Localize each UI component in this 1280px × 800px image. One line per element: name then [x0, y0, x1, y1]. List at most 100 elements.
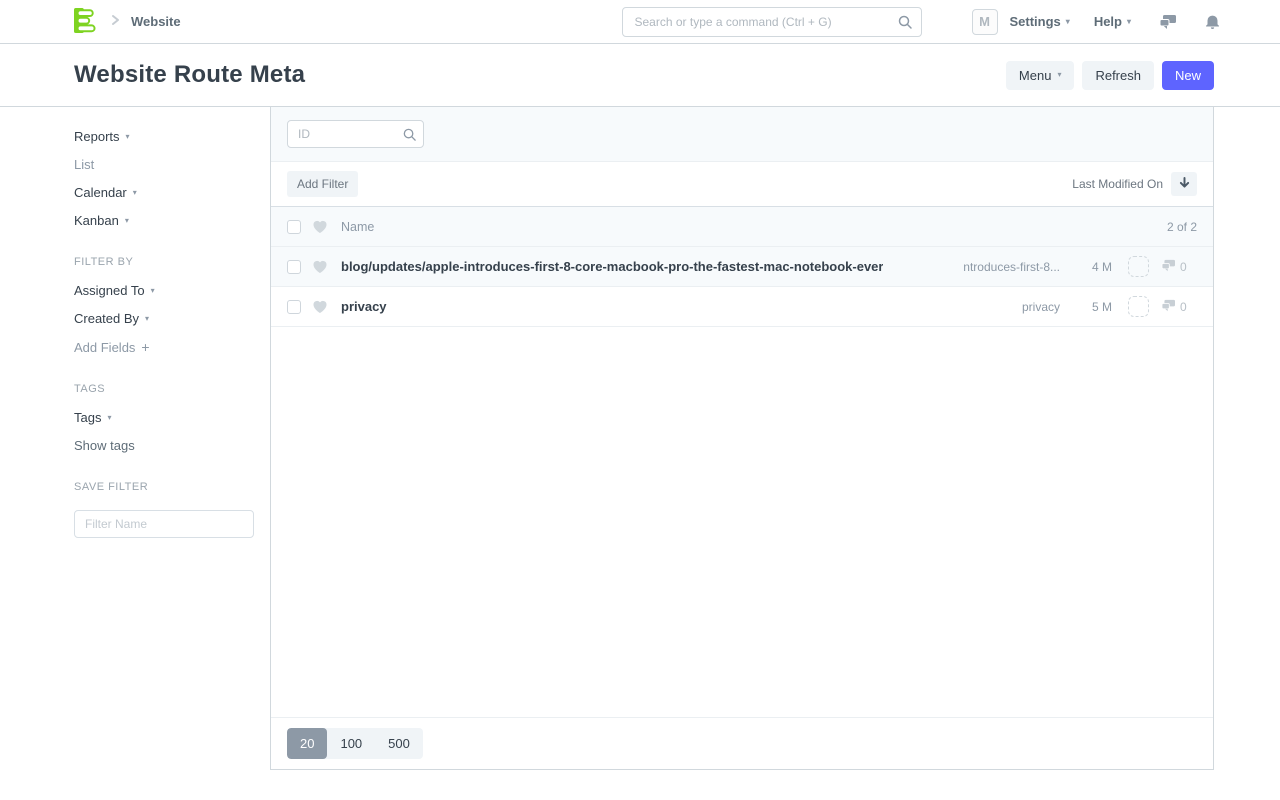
- row-title-link[interactable]: blog/updates/apple-introduces-first-8-co…: [341, 259, 883, 274]
- sidebar-item-label: Add Fields: [74, 340, 135, 355]
- row-meta: privacy 5 M 0: [948, 296, 1197, 317]
- standard-filter-area: [271, 107, 1213, 162]
- new-button[interactable]: New: [1162, 61, 1214, 90]
- page-title: Website Route Meta: [74, 61, 305, 89]
- save-filter-heading: SAVE FILTER: [74, 481, 240, 493]
- navbar-breadcrumb-area: Website: [74, 7, 181, 37]
- comment-count: 0: [1180, 260, 1187, 274]
- filter-name-input[interactable]: [74, 510, 254, 538]
- sidebar-item-label: Reports: [74, 129, 120, 144]
- comment-group[interactable]: 0: [1161, 299, 1197, 315]
- page-head: Website Route Meta Menu ▾ Refresh New: [0, 44, 1280, 107]
- row-meta: ntroduces-first-8... 4 M 0: [948, 256, 1197, 277]
- help-menu[interactable]: Help ▾: [1094, 14, 1131, 29]
- sidebar-item-reports[interactable]: Reports ▾: [74, 129, 240, 144]
- chevron-down-icon: ▾: [145, 315, 149, 323]
- sidebar-item-label: Calendar: [74, 185, 127, 200]
- row-checkbox[interactable]: [287, 300, 301, 314]
- chevron-down-icon: ▾: [107, 414, 111, 422]
- sort-field-selector[interactable]: Last Modified On: [1072, 177, 1163, 191]
- sidebar-item-label: Kanban: [74, 213, 119, 228]
- list-header-row: Name 2 of 2: [271, 207, 1213, 247]
- bell-icon[interactable]: [1205, 13, 1220, 30]
- avatar[interactable]: M: [972, 9, 998, 35]
- id-filter: [287, 120, 424, 148]
- main-layout: Reports ▾ List Calendar ▾ Kanban ▾ FILTE…: [0, 107, 1280, 770]
- list-container: Add Filter Last Modified On Name 2 of 2: [270, 107, 1214, 770]
- list-footer: 20 100 500: [271, 717, 1213, 769]
- row-checkbox[interactable]: [287, 260, 301, 274]
- search-icon: [897, 14, 913, 33]
- page-length-100-button[interactable]: 100: [327, 728, 375, 759]
- refresh-button-label: Refresh: [1095, 68, 1141, 83]
- heart-icon[interactable]: [312, 219, 328, 234]
- row-modified-time: 4 M: [1078, 260, 1112, 274]
- sort-direction-button[interactable]: [1171, 172, 1197, 196]
- add-filter-button[interactable]: Add Filter: [287, 171, 358, 197]
- settings-label: Settings: [1010, 14, 1061, 29]
- plus-icon: +: [141, 339, 149, 355]
- menu-button-label: Menu: [1019, 68, 1052, 83]
- row-id-text: ntroduces-first-8...: [948, 260, 1060, 274]
- sidebar-item-label: Created By: [74, 311, 139, 326]
- assign-to-placeholder[interactable]: [1128, 296, 1149, 317]
- menu-button[interactable]: Menu ▾: [1006, 61, 1075, 90]
- row-modified-time: 5 M: [1078, 300, 1112, 314]
- sidebar-item-tags[interactable]: Tags ▾: [74, 410, 240, 425]
- sidebar-item-add-fields[interactable]: Add Fields +: [74, 339, 240, 355]
- sidebar-item-show-tags[interactable]: Show tags: [74, 438, 240, 453]
- sort-area: Last Modified On: [1072, 172, 1197, 196]
- comment-icon: [1161, 299, 1176, 315]
- list-row[interactable]: privacy privacy 5 M 0: [271, 287, 1213, 327]
- row-id-text: privacy: [948, 300, 1060, 314]
- chevron-down-icon: ▾: [1127, 18, 1131, 26]
- filter-by-heading: FILTER BY: [74, 256, 240, 268]
- refresh-button[interactable]: Refresh: [1082, 61, 1154, 90]
- name-column-header: Name: [341, 220, 374, 234]
- page-length-500-button[interactable]: 500: [375, 728, 423, 759]
- row-title-link[interactable]: privacy: [341, 299, 387, 314]
- filter-toolbar: Add Filter Last Modified On: [271, 162, 1213, 207]
- sidebar-item-calendar[interactable]: Calendar ▾: [74, 185, 240, 200]
- page-actions: Menu ▾ Refresh New: [1006, 61, 1214, 90]
- comment-count: 0: [1180, 300, 1187, 314]
- chevron-down-icon: ▾: [151, 287, 155, 295]
- sidebar-item-assigned-to[interactable]: Assigned To ▾: [74, 283, 240, 298]
- sidebar-item-created-by[interactable]: Created By ▾: [74, 311, 240, 326]
- breadcrumb[interactable]: Website: [131, 14, 181, 29]
- comment-group[interactable]: 0: [1161, 259, 1197, 275]
- settings-menu[interactable]: Settings ▾: [1010, 14, 1070, 29]
- app-logo-icon[interactable]: [74, 7, 99, 37]
- help-label: Help: [1094, 14, 1122, 29]
- sidebar-item-label: Tags: [74, 410, 101, 425]
- assign-to-placeholder[interactable]: [1128, 256, 1149, 277]
- sidebar-item-label: Show tags: [74, 438, 135, 453]
- page-length-20-button[interactable]: 20: [287, 728, 327, 759]
- chevron-down-icon: ▾: [1057, 71, 1061, 79]
- result-count[interactable]: 2 of 2: [1167, 220, 1197, 234]
- navbar: Website M Settings ▾ Help ▾: [0, 0, 1280, 44]
- heart-icon[interactable]: [312, 299, 328, 314]
- breadcrumb-chevron-icon: [109, 14, 121, 29]
- list-empty-space: [271, 327, 1213, 717]
- sidebar-item-list[interactable]: List: [74, 157, 240, 172]
- list-sidebar: Reports ▾ List Calendar ▾ Kanban ▾ FILTE…: [74, 107, 270, 538]
- search-icon: [402, 127, 417, 145]
- tags-heading: TAGS: [74, 383, 240, 395]
- chat-icon[interactable]: [1159, 14, 1177, 30]
- global-search: [622, 7, 922, 37]
- chevron-down-icon: ▾: [125, 217, 129, 225]
- sidebar-item-kanban[interactable]: Kanban ▾: [74, 213, 240, 228]
- comment-icon: [1161, 259, 1176, 275]
- heart-icon[interactable]: [312, 259, 328, 274]
- global-search-input[interactable]: [622, 7, 922, 37]
- chevron-down-icon: ▾: [126, 133, 130, 141]
- sidebar-item-label: Assigned To: [74, 283, 145, 298]
- select-all-checkbox[interactable]: [287, 220, 301, 234]
- navbar-right: M Settings ▾ Help ▾: [972, 9, 1221, 35]
- list-row[interactable]: blog/updates/apple-introduces-first-8-co…: [271, 247, 1213, 287]
- page-length-group: 20 100 500: [287, 728, 423, 759]
- chevron-down-icon: ▾: [1066, 18, 1070, 26]
- chevron-down-icon: ▾: [133, 189, 137, 197]
- new-button-label: New: [1175, 68, 1201, 83]
